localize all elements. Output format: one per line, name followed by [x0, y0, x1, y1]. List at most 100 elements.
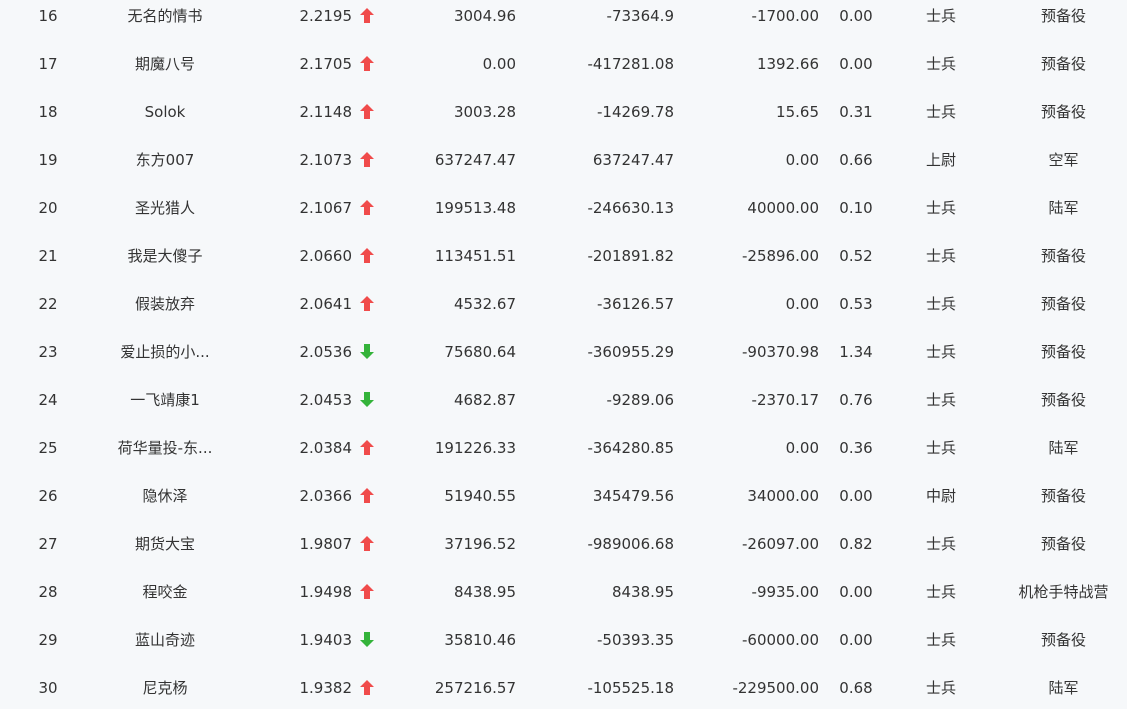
- value-d-cell: 0.00: [839, 55, 873, 73]
- score-cell: 2.0660: [299, 247, 353, 265]
- value-b-cell: -201891.82: [587, 247, 674, 265]
- value-a-cell: 4532.67: [453, 295, 516, 313]
- table-row[interactable]: 29 蓝山奇迹 1.9403 35810.46 -50393.35 -60000.00 0.…: [0, 624, 1127, 672]
- value-b-cell: -246630.13: [587, 199, 674, 217]
- value-d-cell: 0.00: [839, 487, 873, 505]
- score-cell: 2.0641: [299, 295, 353, 313]
- rank-title-cell: 士兵: [925, 631, 956, 649]
- table-row[interactable]: 27 期货大宝 1.9807 37196.52 -989006.68 -26097.00 0…: [0, 528, 1127, 576]
- score-cell: 2.0453: [299, 391, 353, 409]
- value-a-cell: 257216.57: [434, 679, 516, 697]
- user-name[interactable]: 蓝山奇迹: [100, 624, 230, 656]
- table-row[interactable]: 21 我是大傻子 2.0660 113451.51 -201891.82 -25896.0…: [0, 240, 1127, 288]
- rank-cell: 20: [38, 199, 58, 217]
- score-cell: 1.9403: [299, 631, 353, 649]
- table-row[interactable]: 30 尼克杨 1.9382 257216.57 -105525.18 -229500.00…: [0, 672, 1127, 709]
- rank-title-cell: 中尉: [925, 487, 956, 505]
- score-cell: 2.2195: [299, 7, 353, 25]
- unit-cell: 预备役: [1040, 487, 1086, 505]
- value-c-cell: -2370.17: [751, 391, 819, 409]
- value-b-cell: -14269.78: [597, 103, 674, 121]
- rank-title-cell: 士兵: [925, 7, 956, 25]
- unit-cell: 预备役: [1040, 103, 1086, 121]
- value-b-cell: -989006.68: [587, 535, 674, 553]
- rank-cell: 28: [38, 583, 58, 601]
- table-row[interactable]: 22 假装放弃 2.0641 4532.67 -36126.57 0.00 0.53 士兵 预备…: [0, 288, 1127, 336]
- rank-cell: 30: [38, 679, 58, 697]
- value-b-cell: -105525.18: [587, 679, 674, 697]
- user-name[interactable]: 圣光猎人: [100, 192, 230, 224]
- user-name[interactable]: 隐休泽: [100, 480, 230, 512]
- table-row[interactable]: 23 爱止损的小... 2.0536 75680.64 -360955.29 -90370…: [0, 336, 1127, 384]
- rank-cell: 22: [38, 295, 58, 313]
- user-name[interactable]: 荷华量投-东...: [100, 432, 230, 464]
- user-name[interactable]: 东方007: [100, 144, 230, 176]
- user-name[interactable]: 我是大傻子: [100, 240, 230, 272]
- user-name[interactable]: 爱止损的小...: [100, 336, 230, 368]
- arrow-up-icon: [360, 240, 378, 272]
- value-c-cell: 0.00: [785, 295, 819, 313]
- table-row[interactable]: 18 Solok 2.1148 3003.28 -14269.78 15.65 0.31 士兵…: [0, 96, 1127, 144]
- user-name[interactable]: 期货大宝: [100, 528, 230, 560]
- score-cell: 2.1148: [299, 103, 353, 121]
- table-row[interactable]: 19 东方007 2.1073 637247.47 637247.47 0.00 0.66 上…: [0, 144, 1127, 192]
- user-name[interactable]: 一飞靖康1: [100, 384, 230, 416]
- value-d-cell: 0.66: [839, 151, 873, 169]
- user-name[interactable]: 假装放弃: [100, 288, 230, 320]
- rank-title-cell: 士兵: [925, 199, 956, 217]
- rank-title-cell: 士兵: [925, 103, 956, 121]
- value-c-cell: -26097.00: [742, 535, 819, 553]
- user-name[interactable]: 程咬金: [100, 576, 230, 608]
- value-a-cell: 637247.47: [434, 151, 516, 169]
- unit-cell: 陆军: [1048, 439, 1079, 457]
- rank-title-cell: 士兵: [925, 679, 956, 697]
- value-c-cell: 34000.00: [747, 487, 819, 505]
- table-row[interactable]: 26 隐休泽 2.0366 51940.55 345479.56 34000.00 0.00…: [0, 480, 1127, 528]
- arrow-up-icon: [360, 96, 378, 128]
- unit-cell: 预备役: [1040, 7, 1086, 25]
- rank-title-cell: 士兵: [925, 343, 956, 361]
- unit-cell: 陆军: [1048, 679, 1079, 697]
- user-name[interactable]: 无名的情书: [100, 0, 230, 32]
- value-a-cell: 75680.64: [444, 343, 516, 361]
- rank-title-cell: 士兵: [925, 391, 956, 409]
- value-d-cell: 0.31: [839, 103, 873, 121]
- value-c-cell: -60000.00: [742, 631, 819, 649]
- arrow-up-icon: [360, 288, 378, 320]
- value-a-cell: 8438.95: [453, 583, 516, 601]
- table-row[interactable]: 20 圣光猎人 2.1067 199513.48 -246630.13 40000.00 0…: [0, 192, 1127, 240]
- arrow-up-icon: [360, 672, 378, 704]
- score-cell: 2.0366: [299, 487, 353, 505]
- value-b-cell: 8438.95: [611, 583, 674, 601]
- table-row[interactable]: 17 期魔八号 2.1705 0.00 -417281.08 1392.66 0.00 士兵 预…: [0, 48, 1127, 96]
- unit-cell: 空军: [1048, 151, 1079, 169]
- score-cell: 2.1073: [299, 151, 353, 169]
- table-row[interactable]: 24 一飞靖康1 2.0453 4682.87 -9289.06 -2370.17 0.76…: [0, 384, 1127, 432]
- rank-title-cell: 士兵: [925, 247, 956, 265]
- value-d-cell: 0.68: [839, 679, 873, 697]
- ranking-table: 16 无名的情书 2.2195 3004.96 -73364.9 -1700.00 0.00…: [0, 0, 1127, 709]
- score-cell: 2.0536: [299, 343, 353, 361]
- value-a-cell: 4682.87: [453, 391, 516, 409]
- table-row[interactable]: 25 荷华量投-东... 2.0384 191226.33 -364280.85 0.00…: [0, 432, 1127, 480]
- table-row[interactable]: 28 程咬金 1.9498 8438.95 8438.95 -9935.00 0.00 士兵 机…: [0, 576, 1127, 624]
- value-c-cell: -1700.00: [751, 7, 819, 25]
- user-name[interactable]: 尼克杨: [100, 672, 230, 704]
- rank-cell: 26: [38, 487, 58, 505]
- user-name[interactable]: Solok: [100, 96, 230, 128]
- value-d-cell: 0.76: [839, 391, 873, 409]
- value-c-cell: 0.00: [785, 151, 819, 169]
- user-name[interactable]: 期魔八号: [100, 48, 230, 80]
- value-d-cell: 0.00: [839, 7, 873, 25]
- rank-title-cell: 士兵: [925, 439, 956, 457]
- value-b-cell: 345479.56: [592, 487, 674, 505]
- rank-cell: 18: [38, 103, 58, 121]
- value-c-cell: -229500.00: [732, 679, 819, 697]
- value-a-cell: 113451.51: [434, 247, 516, 265]
- score-cell: 2.0384: [299, 439, 353, 457]
- value-c-cell: -90370.98: [742, 343, 819, 361]
- arrow-up-icon: [360, 48, 378, 80]
- table-row[interactable]: 16 无名的情书 2.2195 3004.96 -73364.9 -1700.00 0.00…: [0, 0, 1127, 48]
- value-d-cell: 0.00: [839, 631, 873, 649]
- value-d-cell: 0.52: [839, 247, 873, 265]
